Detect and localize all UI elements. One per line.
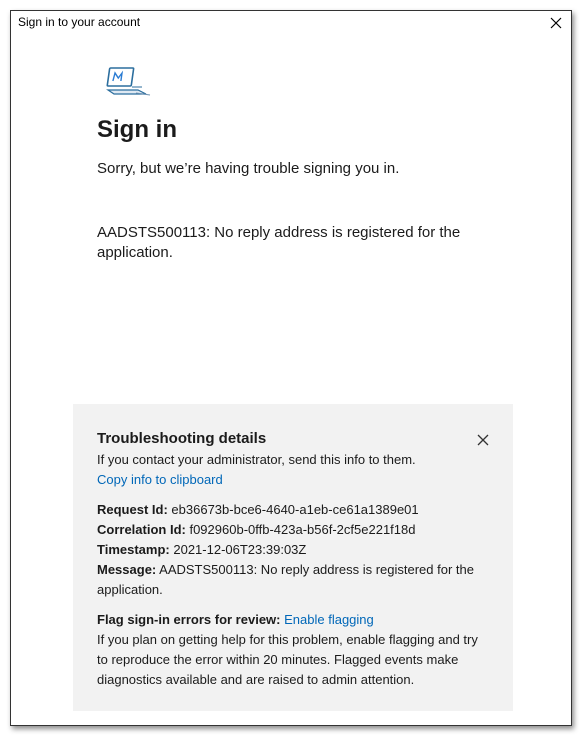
correlation-id-row: Correlation Id: f092960b-0ffb-423a-b56f-… (97, 520, 492, 540)
flag-description: If you plan on getting help for this pro… (97, 632, 478, 687)
close-icon (477, 434, 489, 446)
troubleshooting-panel: Troubleshooting details If you contact y… (73, 404, 513, 711)
request-id-value: eb36673b-bce6-4640-a1eb-ce61a1389e01 (171, 502, 419, 517)
troubleshooting-title: Troubleshooting details (97, 430, 267, 447)
title-bar: Sign in to your account (11, 11, 571, 35)
close-icon (550, 17, 562, 29)
troubleshooting-intro: If you contact your administrator, send … (97, 452, 416, 467)
flag-label: Flag sign-in errors for review: (97, 612, 281, 627)
flag-section: Flag sign-in errors for review: Enable f… (97, 610, 492, 690)
timestamp-label: Timestamp: (97, 542, 170, 557)
copy-info-link[interactable]: Copy info to clipboard (97, 472, 223, 487)
flag-row: Flag sign-in errors for review: Enable f… (97, 610, 492, 630)
request-id-row: Request Id: eb36673b-bce6-4640-a1eb-ce61… (97, 500, 492, 520)
message-row: Message: AADSTS500113: No reply address … (97, 560, 492, 600)
sign-in-window: Sign in to your account Sign in Sorry, b… (10, 10, 572, 726)
window-close-button[interactable] (541, 11, 571, 35)
timestamp-row: Timestamp: 2021-12-06T23:39:03Z (97, 540, 492, 560)
enable-flagging-link[interactable]: Enable flagging (284, 612, 374, 627)
message-label: Message: (97, 562, 157, 577)
error-summary: Sorry, but we’re having trouble signing … (97, 160, 400, 177)
window-title: Sign in to your account (18, 15, 141, 29)
troubleshooting-close-button[interactable] (473, 430, 493, 450)
request-id-label: Request Id: (97, 502, 168, 517)
laptop-logo-icon (106, 67, 151, 96)
page-title: Sign in (97, 116, 177, 143)
troubleshooting-details: Request Id: eb36673b-bce6-4640-a1eb-ce61… (97, 500, 492, 600)
error-message: AADSTS500113: No reply address is regist… (97, 224, 461, 261)
correlation-id-value: f092960b-0ffb-423a-b56f-2cf5e221f18d (189, 522, 416, 537)
timestamp-value: 2021-12-06T23:39:03Z (173, 542, 307, 557)
correlation-id-label: Correlation Id: (97, 522, 186, 537)
